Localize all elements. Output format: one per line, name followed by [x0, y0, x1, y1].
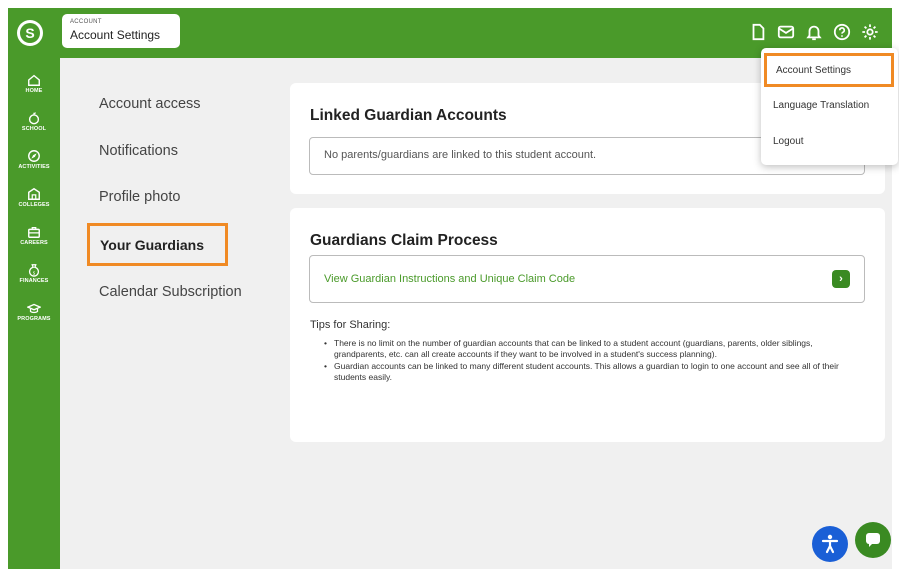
sidebar: HOME SCHOOL ACTIVITIES COLLEGES CAREERS … [8, 58, 60, 569]
sidebar-item-activities[interactable]: ACTIVITIES [8, 140, 60, 178]
money-bag-icon: $ [29, 263, 39, 277]
dropdown-item-account-settings[interactable]: Account Settings [764, 53, 894, 87]
briefcase-icon [28, 226, 40, 238]
building-icon [28, 187, 40, 200]
sidebar-item-colleges[interactable]: COLLEGES [8, 178, 60, 216]
chat-icon [866, 533, 880, 547]
settings-nav-your-guardians[interactable]: Your Guardians [87, 223, 228, 266]
app-logo[interactable]: S [17, 20, 43, 46]
list-item: There is no limit on the number of guard… [324, 338, 854, 359]
svg-text:$: $ [33, 270, 36, 276]
sidebar-item-careers[interactable]: CAREERS [8, 216, 60, 254]
compass-icon [28, 149, 40, 162]
breadcrumb-section: ACCOUNT [70, 19, 102, 25]
document-icon[interactable] [748, 22, 768, 42]
settings-nav-calendar-subscription[interactable]: Calendar Subscription [99, 284, 242, 300]
view-instructions-link[interactable]: View Guardian Instructions and Unique Cl… [309, 255, 865, 303]
help-icon[interactable] [832, 22, 852, 42]
settings-nav-profile-photo[interactable]: Profile photo [99, 189, 180, 205]
sidebar-item-label: COLLEGES [18, 201, 50, 208]
linked-guardian-title: Linked Guardian Accounts [310, 107, 507, 124]
settings-nav-account-access[interactable]: Account access [99, 96, 201, 112]
apple-icon [28, 111, 40, 124]
sidebar-item-school[interactable]: SCHOOL [8, 102, 60, 140]
view-instructions-label: View Guardian Instructions and Unique Cl… [324, 273, 576, 285]
accessibility-button[interactable] [812, 526, 848, 562]
mail-icon[interactable] [776, 22, 796, 42]
tips-heading: Tips for Sharing: [310, 319, 391, 331]
dropdown-item-language-translation[interactable]: Language Translation [773, 100, 869, 111]
settings-dropdown: Account Settings Language Translation Lo… [761, 48, 898, 165]
claim-process-card: Guardians Claim Process View Guardian In… [290, 208, 885, 442]
chat-button[interactable] [855, 522, 891, 558]
sidebar-item-finances[interactable]: $ FINANCES [8, 254, 60, 292]
logo-letter: S [20, 23, 40, 43]
list-item: Guardian accounts can be linked to many … [324, 361, 854, 382]
sidebar-item-label: SCHOOL [21, 125, 47, 132]
dropdown-item-logout[interactable]: Logout [773, 136, 804, 147]
gear-icon[interactable] [860, 22, 880, 42]
sidebar-item-label: FINANCES [19, 277, 49, 284]
sidebar-item-label: CAREERS [20, 239, 48, 246]
breadcrumb: ACCOUNT Account Settings [62, 14, 180, 48]
settings-nav-notifications[interactable]: Notifications [99, 143, 178, 159]
graduation-cap-icon [27, 303, 41, 313]
page-title: Account Settings [70, 28, 161, 42]
chevron-right-icon[interactable]: › [832, 270, 850, 288]
sidebar-item-label: PROGRAMS [17, 315, 51, 322]
top-icons [748, 22, 880, 42]
home-icon [28, 74, 40, 86]
sidebar-item-home[interactable]: HOME [8, 64, 60, 102]
sidebar-item-programs[interactable]: PROGRAMS [8, 292, 60, 330]
sidebar-item-label: HOME [25, 87, 43, 94]
accessibility-icon [821, 534, 839, 554]
bell-icon[interactable] [804, 22, 824, 42]
tips-list: There is no limit on the number of guard… [324, 338, 854, 384]
sidebar-item-label: ACTIVITIES [18, 163, 50, 170]
top-bar: S ACCOUNT Account Settings [8, 8, 892, 58]
claim-process-title: Guardians Claim Process [310, 232, 498, 249]
